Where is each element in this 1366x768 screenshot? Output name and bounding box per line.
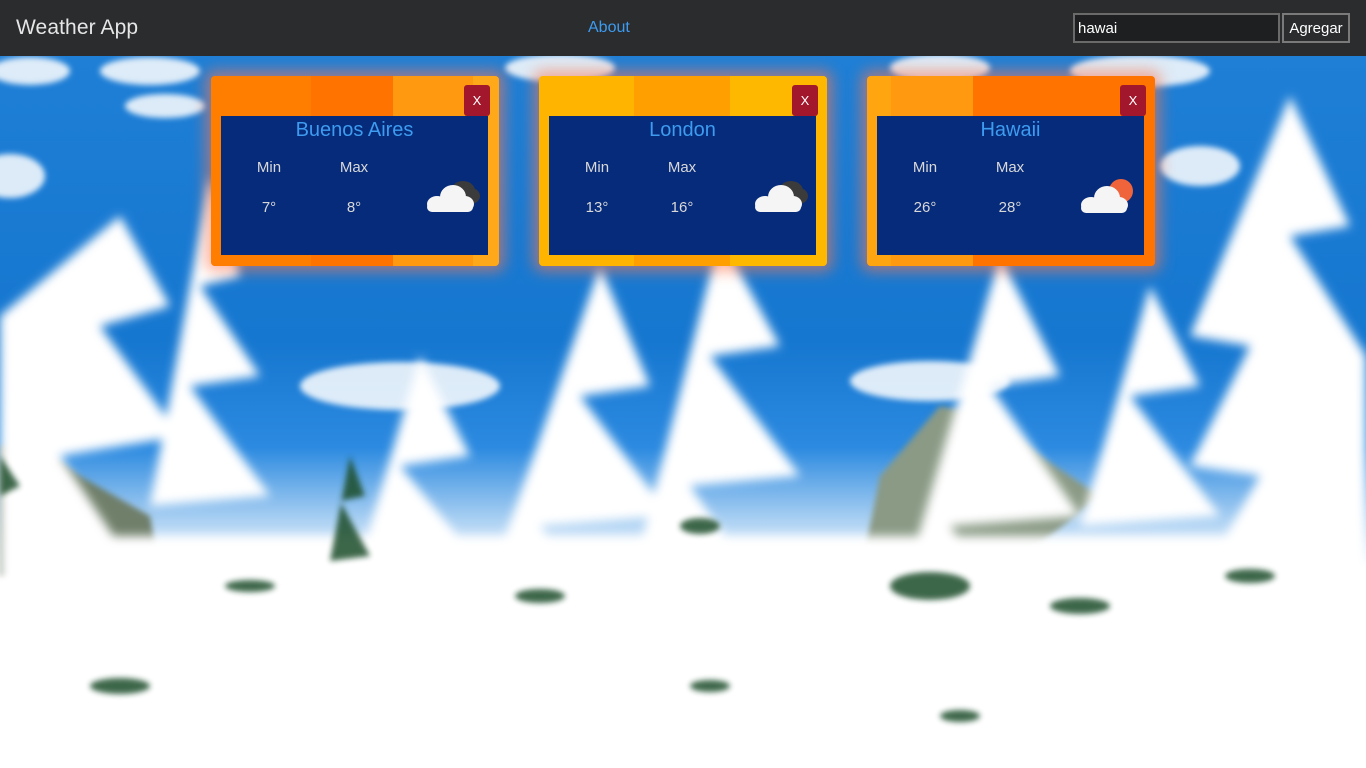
navbar: Weather App About Agregar bbox=[0, 0, 1366, 56]
card-body: Buenos Aires Min Max 7° 8° bbox=[221, 116, 488, 255]
max-label: Max bbox=[995, 159, 1025, 176]
max-temp: 16° bbox=[670, 199, 694, 216]
cloudy-night-icon bbox=[755, 181, 808, 212]
add-city-button[interactable]: Agregar bbox=[1282, 13, 1350, 43]
app-brand[interactable]: Weather App bbox=[16, 16, 138, 40]
partly-sunny-icon bbox=[1081, 179, 1133, 213]
city-name: London bbox=[649, 119, 716, 141]
weather-card-hawaii: X Hawaii Min Max 26° 28° bbox=[867, 76, 1155, 266]
weather-card-buenos-aires: X Buenos Aires Min Max 7° 8° bbox=[211, 76, 499, 266]
max-label: Max bbox=[339, 159, 369, 176]
search-form: Agregar bbox=[1073, 13, 1350, 43]
min-label: Min bbox=[912, 159, 938, 176]
card-body: London Min Max 13° 16° bbox=[549, 116, 816, 255]
weather-card-london: X London Min Max 13° 16° bbox=[539, 76, 827, 266]
city-name: Hawaii bbox=[980, 119, 1041, 141]
cloudy-night-icon bbox=[427, 181, 480, 212]
min-temp: 7° bbox=[261, 199, 277, 216]
min-temp: 26° bbox=[913, 199, 937, 216]
city-name: Buenos Aires bbox=[295, 119, 414, 141]
about-link[interactable]: About bbox=[588, 19, 630, 37]
city-search-input[interactable] bbox=[1073, 13, 1280, 43]
min-label: Min bbox=[584, 159, 610, 176]
close-button[interactable]: X bbox=[1120, 85, 1146, 116]
card-body: Hawaii Min Max 26° 28° bbox=[877, 116, 1144, 255]
min-label: Min bbox=[256, 159, 282, 176]
max-temp: 8° bbox=[346, 199, 362, 216]
close-button[interactable]: X bbox=[464, 85, 490, 116]
max-temp: 28° bbox=[998, 199, 1022, 216]
close-button[interactable]: X bbox=[792, 85, 818, 116]
min-temp: 13° bbox=[585, 199, 609, 216]
max-label: Max bbox=[667, 159, 697, 176]
